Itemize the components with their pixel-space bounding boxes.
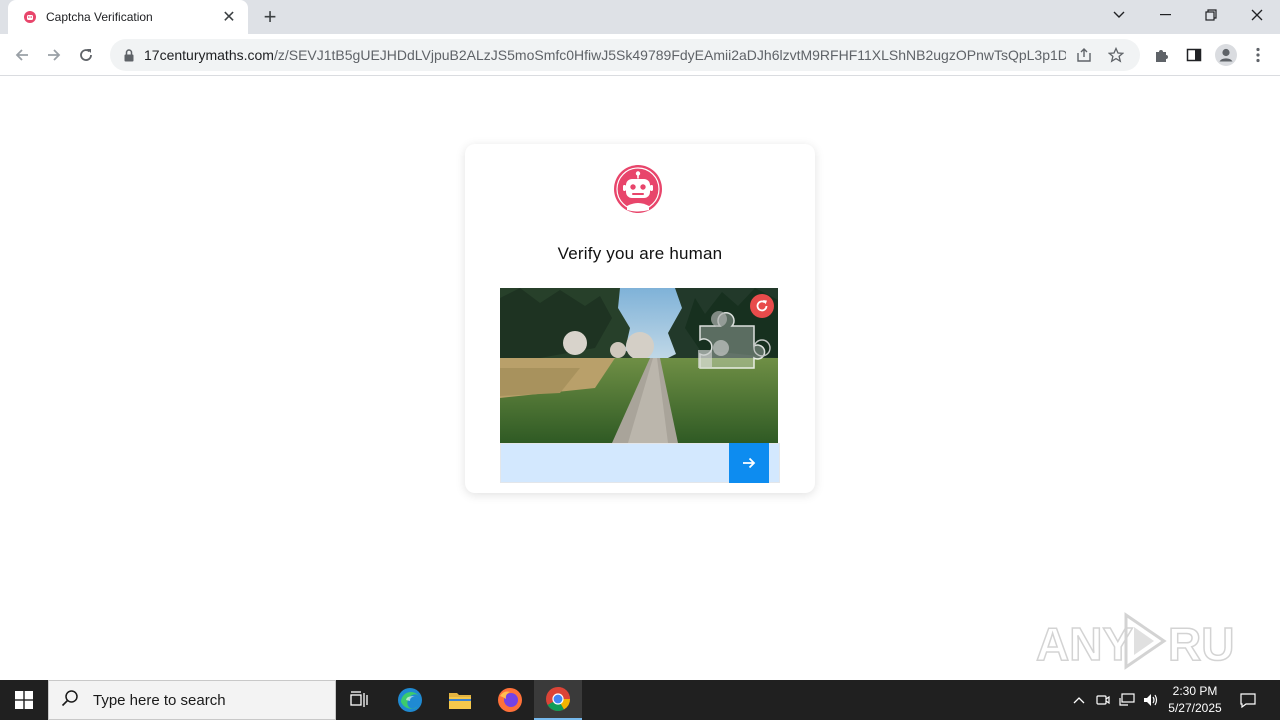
svg-text:RUN: RUN bbox=[1168, 618, 1236, 670]
profile-icon[interactable] bbox=[1212, 41, 1240, 69]
robot-icon bbox=[613, 164, 663, 214]
star-icon[interactable] bbox=[1102, 41, 1130, 69]
task-view-icon[interactable] bbox=[336, 680, 384, 720]
puzzle-extension-icon[interactable] bbox=[1148, 41, 1176, 69]
side-panel-icon[interactable] bbox=[1180, 41, 1208, 69]
url-domain: 17centurymaths.com bbox=[144, 47, 274, 63]
browser-toolbar: 17centurymaths.com/z/SEVJ1tB5gUEJHDdLVjp… bbox=[0, 34, 1280, 76]
clock-time: 2:30 PM bbox=[1172, 684, 1218, 698]
close-icon[interactable]: ✕ bbox=[220, 8, 238, 26]
robot-favicon-icon bbox=[22, 9, 38, 25]
search-placeholder: Type here to search bbox=[93, 691, 226, 709]
address-bar[interactable]: 17centurymaths.com/z/SEVJ1tB5gUEJHDdLVjp… bbox=[110, 39, 1140, 71]
refresh-icon[interactable] bbox=[750, 294, 774, 318]
kebab-menu-icon[interactable] bbox=[1244, 41, 1272, 69]
svg-text:ANY: ANY bbox=[1036, 618, 1133, 670]
tab-captcha-verification[interactable]: Captcha Verification ✕ bbox=[8, 0, 248, 34]
tab-strip: Captcha Verification ✕ + bbox=[0, 0, 1280, 34]
taskbar-search-box[interactable]: Type here to search bbox=[48, 680, 336, 720]
arrow-right-icon[interactable] bbox=[729, 443, 769, 483]
back-arrow-icon[interactable] bbox=[8, 41, 36, 69]
url-text[interactable]: 17centurymaths.com/z/SEVJ1tB5gUEJHDdLVjp… bbox=[144, 47, 1066, 63]
meet-now-icon[interactable] bbox=[1092, 680, 1114, 720]
chevron-up-icon[interactable] bbox=[1068, 680, 1090, 720]
volume-icon[interactable] bbox=[1140, 680, 1162, 720]
captcha-card: Verify you are human bbox=[465, 144, 815, 493]
anyrun-watermark: ANY RUN bbox=[1035, 605, 1268, 675]
chrome-icon[interactable] bbox=[534, 680, 582, 720]
system-clock[interactable]: 2:30 PM 5/27/2025 bbox=[1162, 683, 1228, 717]
reload-icon[interactable] bbox=[72, 41, 100, 69]
file-explorer-icon[interactable] bbox=[436, 680, 484, 720]
url-path: /z/SEVJ1tB5gUEJHDdLVjpuB2ALzJS5moSmfc0Hf… bbox=[273, 47, 1066, 63]
firefox-icon[interactable] bbox=[486, 680, 534, 720]
page-viewport: Verify you are human ANY RU bbox=[0, 77, 1280, 680]
restore-icon[interactable] bbox=[1188, 0, 1234, 30]
edge-icon[interactable] bbox=[386, 680, 434, 720]
tab-title: Captcha Verification bbox=[46, 10, 153, 24]
captcha-slider-track[interactable] bbox=[500, 443, 780, 483]
new-tab-button[interactable]: + bbox=[258, 4, 282, 29]
windows-taskbar: Type here to search 2:30 PM 5/27/2025 bbox=[0, 680, 1280, 720]
share-icon[interactable] bbox=[1070, 41, 1098, 69]
page-title: Verify you are human bbox=[557, 244, 723, 263]
close-window-icon[interactable] bbox=[1234, 0, 1280, 30]
minimize-icon[interactable] bbox=[1142, 0, 1188, 30]
windows-start-icon[interactable] bbox=[0, 680, 48, 720]
network-icon[interactable] bbox=[1116, 680, 1138, 720]
forward-arrow-icon[interactable] bbox=[40, 41, 68, 69]
captcha-puzzle-image bbox=[500, 288, 778, 443]
chevron-down-icon[interactable] bbox=[1096, 0, 1142, 30]
clock-date: 5/27/2025 bbox=[1168, 701, 1222, 715]
notification-icon[interactable] bbox=[1234, 680, 1262, 720]
lock-icon[interactable] bbox=[122, 48, 136, 62]
search-icon bbox=[61, 689, 79, 712]
